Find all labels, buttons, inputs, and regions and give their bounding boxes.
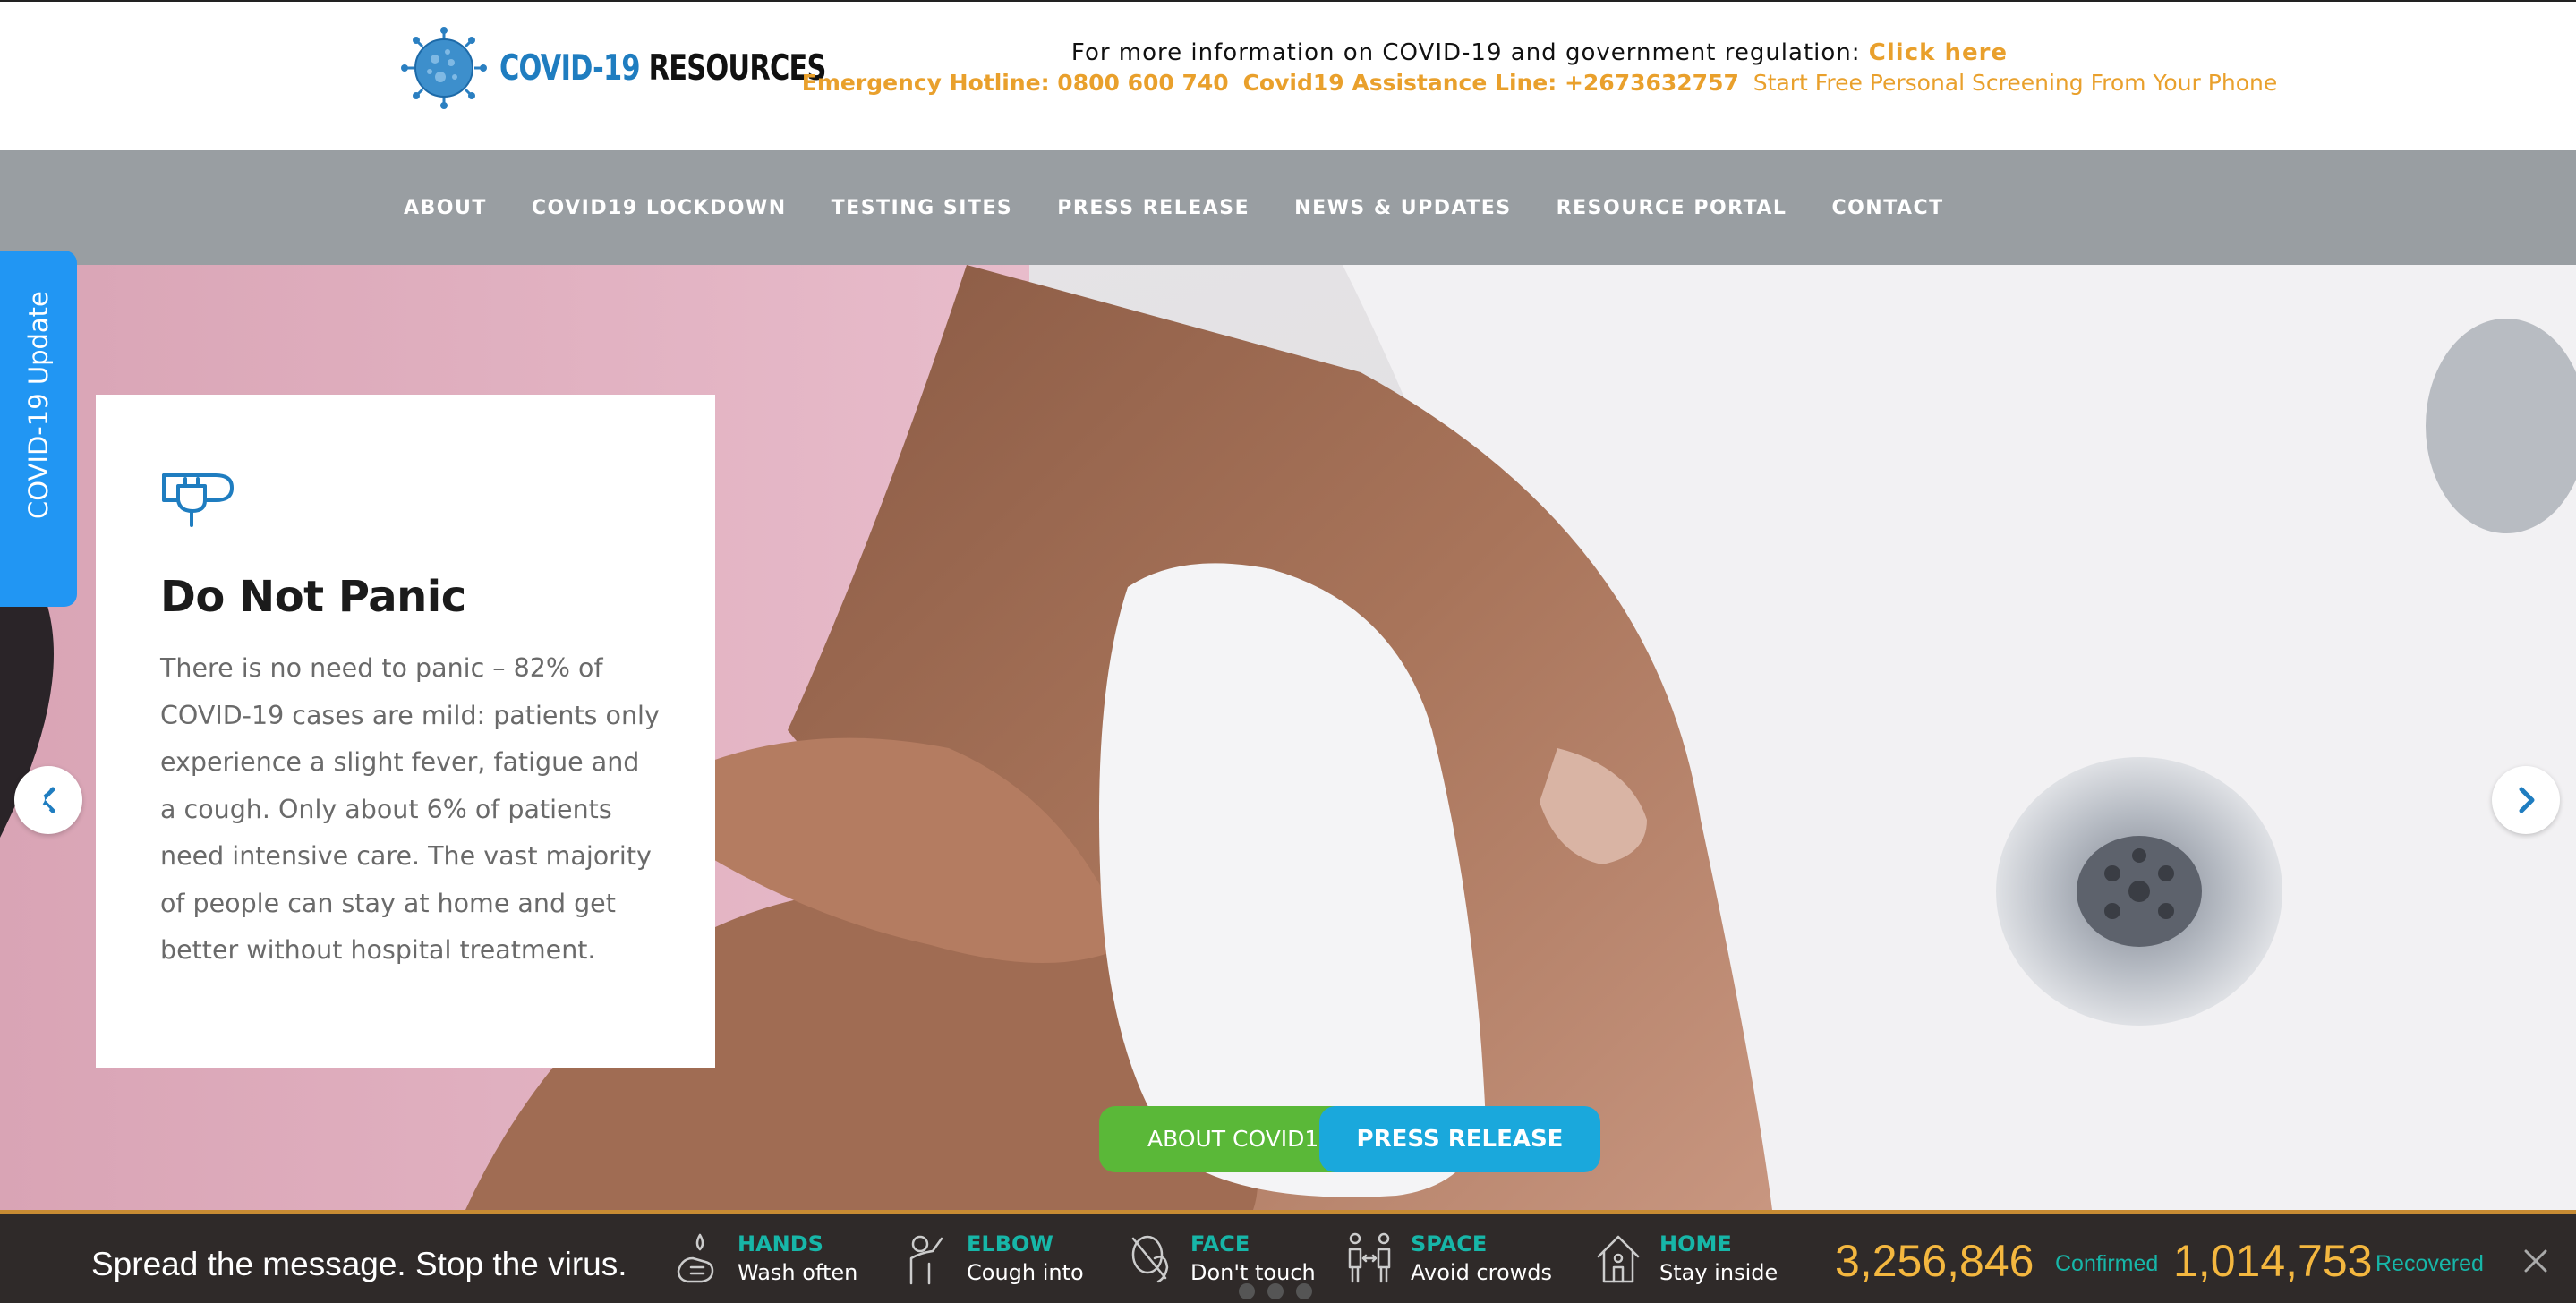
tip-home-title: HOME: [1659, 1231, 1732, 1256]
info-card: Do Not Panic There is no need to panic –…: [96, 395, 715, 1068]
hand-wash-icon: [677, 1233, 714, 1283]
covid-update-tab[interactable]: COVID-19 Update: [0, 251, 77, 814]
confirmed-count: 3,256,846: [1835, 1236, 2034, 1286]
hero-slider: Do Not Panic There is no need to panic –…: [0, 265, 2576, 1210]
slider-dots: [1239, 1283, 1325, 1299]
slogan: Spread the message. Stop the virus.: [91, 1246, 627, 1282]
slider-next-button[interactable]: [2492, 766, 2560, 834]
info-text: For more information on COVID-19 and gov…: [1070, 39, 1861, 66]
main-nav: ABOUT COVID19 LOCKDOWN TESTING SITES PRE…: [0, 150, 2576, 265]
header-info: For more information on COVID-19 and gov…: [779, 39, 2300, 96]
nav-resource-portal[interactable]: RESOURCE PORTAL: [1557, 197, 1787, 219]
sun-icon: [23, 784, 54, 814]
screening-link[interactable]: Start Free Personal Screening From Your …: [1753, 70, 2277, 96]
virus-icon: [401, 27, 487, 109]
tip-hands-title: HANDS: [738, 1231, 823, 1256]
tip-face-text: Don't touch: [1190, 1260, 1316, 1285]
card-body: There is no need to panic – 82% of COVID…: [160, 653, 660, 965]
tip-hands: HANDS Wash often: [673, 1231, 857, 1285]
distance-icon: [1348, 1232, 1391, 1283]
nav-testing-sites[interactable]: TESTING SITES: [832, 197, 1013, 219]
card-title: Do Not Panic: [160, 572, 466, 622]
assistance-line[interactable]: Covid19 Assistance Line: +2673632757: [1243, 70, 1739, 96]
confirmed-label: Confirmed: [2055, 1251, 2159, 1276]
nav-news-updates[interactable]: NEWS & UPDATES: [1294, 197, 1512, 219]
site-header: COVID-19 RESOURCES For more information …: [0, 0, 2576, 150]
nav-about[interactable]: ABOUT: [404, 197, 487, 219]
slider-dot[interactable]: [1239, 1283, 1255, 1299]
home-icon: [1597, 1235, 1640, 1283]
tip-elbow-title: ELBOW: [967, 1231, 1053, 1256]
nav-covid19-lockdown[interactable]: COVID19 LOCKDOWN: [532, 197, 787, 219]
tip-face: FACE Don't touch: [1126, 1231, 1316, 1285]
tip-space: SPACE Avoid crowds: [1346, 1231, 1552, 1285]
info-line: For more information on COVID-19 and gov…: [779, 39, 2300, 66]
nav-press-release[interactable]: PRESS RELEASE: [1057, 197, 1250, 219]
plug-icon: [162, 473, 234, 527]
elbow-icon: [909, 1235, 943, 1285]
press-release-button[interactable]: PRESS RELEASE: [1319, 1106, 1600, 1172]
recovered-count: 1,014,753: [2173, 1236, 2373, 1286]
slider-dot[interactable]: [1296, 1283, 1312, 1299]
emergency-hotline[interactable]: Emergency Hotline: 0800 600 740: [802, 70, 1229, 96]
close-icon[interactable]: [2522, 1248, 2549, 1274]
tip-face-title: FACE: [1190, 1231, 1250, 1256]
tip-elbow-text: Cough into: [967, 1260, 1084, 1285]
chevron-right-icon: [2519, 787, 2535, 813]
logo-text: COVID-19 RESOURCES: [499, 48, 826, 89]
logo-text-covid: COVID-19: [499, 47, 641, 89]
tip-home-text: Stay inside: [1659, 1260, 1778, 1285]
recovered-label: Recovered: [2376, 1251, 2484, 1276]
slider-dot[interactable]: [1267, 1283, 1284, 1299]
hotline-line: Emergency Hotline: 0800 600 740 Covid19 …: [779, 70, 2300, 96]
tip-home: HOME Stay inside: [1595, 1231, 1778, 1285]
tip-elbow: ELBOW Cough into: [902, 1231, 1084, 1285]
face-icon: [1131, 1235, 1169, 1283]
tip-space-title: SPACE: [1411, 1231, 1488, 1256]
covid-update-label: COVID-19 Update: [23, 291, 54, 519]
tip-hands-text: Wash often: [738, 1260, 858, 1285]
nav-contact[interactable]: CONTACT: [1831, 197, 1943, 219]
tip-space-text: Avoid crowds: [1411, 1260, 1553, 1285]
click-here-link[interactable]: Click here: [1869, 39, 2008, 66]
